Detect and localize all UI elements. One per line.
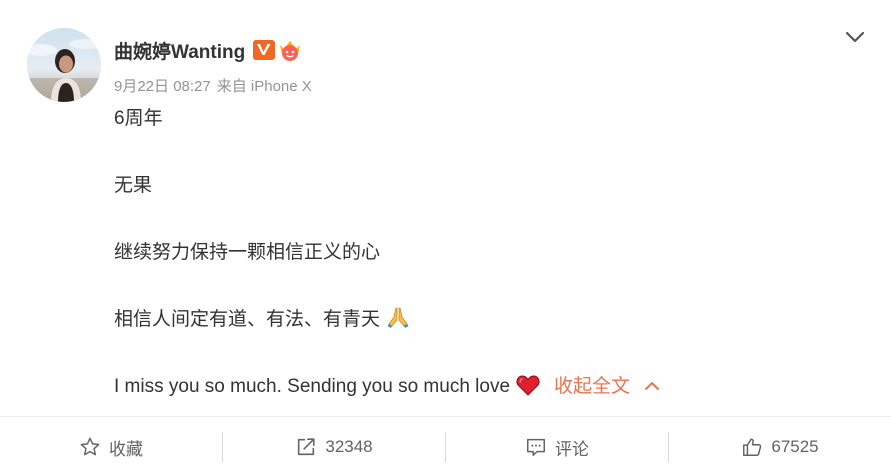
repost-count: 32348 (325, 437, 373, 456)
star-icon (79, 436, 101, 458)
post-paragraph-with-emoji: 相信人间定有道、有法、有青天 (114, 305, 854, 334)
action-toolbar: 收藏 32348 评论 67525 (0, 416, 891, 476)
weibo-post-card: 曲婉婷Wanting 9月22日 08:27 来自 iPhone X 6周年 无… (0, 0, 891, 476)
post-paragraph-last: I miss you so much. Sending you so much … (114, 372, 854, 401)
post-paragraph: 6周年 (114, 108, 163, 129)
collapse-fulltext-link[interactable]: 收起全文 (554, 376, 630, 397)
red-heart-icon (516, 374, 540, 405)
author-row: 曲婉婷Wanting (114, 36, 303, 64)
post-paragraph-text: 相信人间定有道、有法、有青天 (114, 309, 381, 330)
fan-crown-badge-icon[interactable] (277, 38, 303, 62)
more-options-chevron-icon[interactable] (843, 27, 867, 47)
post-paragraph: 无果 (114, 175, 153, 196)
like-count: 67525 (771, 437, 819, 456)
author-name[interactable]: 曲婉婷Wanting (114, 37, 245, 64)
favorite-label: 收藏 (109, 439, 143, 459)
comment-label: 评论 (555, 439, 589, 459)
post-source: 来自 iPhone X (216, 78, 312, 95)
post-date[interactable]: 9月22日 08:27 (114, 78, 211, 95)
post-content: 6周年 无果 继续努力保持一颗相信正义的心 相信人间定有道、有法、有青天 I m… (114, 104, 854, 401)
avatar-image (27, 28, 101, 102)
verified-v-badge-icon[interactable] (253, 40, 276, 60)
post-paragraph-text: I miss you so much. Sending you so much … (114, 376, 511, 397)
comment-button[interactable]: 评论 (446, 417, 668, 476)
favorite-button[interactable]: 收藏 (0, 417, 222, 476)
share-icon (295, 436, 317, 458)
avatar[interactable] (27, 28, 101, 102)
post-meta: 9月22日 08:27 来自 iPhone X (114, 75, 318, 96)
like-button[interactable]: 67525 (669, 417, 891, 476)
thumbs-up-icon (741, 436, 763, 458)
post-paragraph: 继续努力保持一颗相信正义的心 (114, 242, 381, 263)
comment-icon (525, 436, 547, 458)
chevron-up-icon[interactable] (644, 372, 660, 401)
repost-button[interactable]: 32348 (223, 417, 445, 476)
folded-hands-icon (386, 305, 410, 338)
